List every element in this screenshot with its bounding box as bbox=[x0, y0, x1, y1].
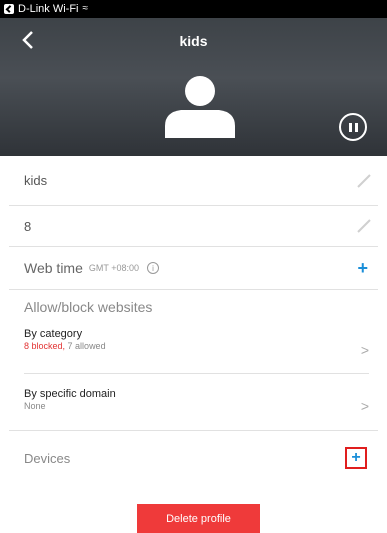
avatar-icon bbox=[165, 76, 235, 138]
add-web-time-icon[interactable]: + bbox=[357, 259, 368, 277]
status-bar: D-Link Wi-Fi ≈ bbox=[0, 0, 387, 18]
profile-name: kids bbox=[24, 173, 48, 188]
by-category-detail: 8 blocked, 7 allowed bbox=[24, 341, 369, 351]
devices-label: Devices bbox=[24, 451, 71, 466]
web-time-label: Web time bbox=[24, 260, 83, 276]
chevron-right-icon: > bbox=[360, 398, 369, 414]
by-domain-detail: None bbox=[24, 401, 46, 411]
by-domain-row[interactable]: By specific domain None > bbox=[24, 384, 369, 430]
by-domain-label: By specific domain bbox=[24, 388, 116, 400]
pause-button[interactable] bbox=[339, 113, 367, 141]
by-category-row[interactable]: By category 8 blocked, 7 allowed > bbox=[24, 322, 369, 374]
page-title: kids bbox=[179, 33, 208, 49]
back-to-app-icon bbox=[4, 4, 14, 14]
pause-bar bbox=[354, 122, 358, 132]
carrier-label: D-Link Wi-Fi bbox=[18, 3, 79, 15]
delete-profile-button[interactable]: Delete profile bbox=[137, 504, 260, 533]
websites-section-title: Allow/block websites bbox=[24, 299, 153, 315]
chevron-right-icon: > bbox=[360, 342, 369, 358]
web-time-timezone: GMT +08:00 bbox=[88, 263, 139, 273]
profile-age: 8 bbox=[24, 218, 32, 234]
edit-age-icon[interactable] bbox=[356, 218, 372, 234]
profile-name-row[interactable]: kids bbox=[9, 156, 378, 206]
allowed-count: 7 allowed bbox=[67, 341, 106, 351]
pause-bar bbox=[348, 122, 352, 132]
web-time-row[interactable]: Web time GMT +08:00 i + bbox=[9, 247, 378, 290]
profile-age-row[interactable]: 8 bbox=[9, 206, 378, 247]
profile-header: D-Link Wi-Fi ≈ kids bbox=[0, 0, 387, 156]
wifi-icon: ≈ bbox=[82, 3, 89, 14]
blocked-count: 8 blocked, bbox=[24, 341, 66, 351]
edit-name-icon[interactable] bbox=[356, 173, 372, 189]
by-category-label: By category bbox=[24, 328, 83, 340]
info-icon[interactable]: i bbox=[147, 262, 159, 274]
add-device-button[interactable]: + bbox=[345, 447, 367, 469]
divider bbox=[9, 430, 378, 431]
